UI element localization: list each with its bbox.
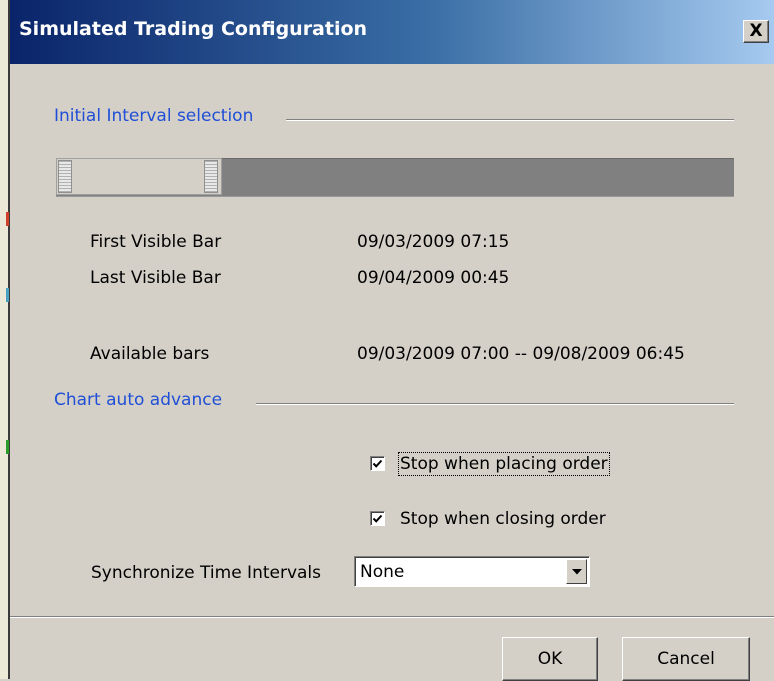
- selected-interval-range[interactable]: [56, 158, 222, 195]
- dropdown-button[interactable]: [566, 559, 587, 584]
- chevron-down-icon: [572, 569, 582, 575]
- window-title: Simulated Trading Configuration: [19, 18, 368, 40]
- group-separator: [256, 403, 734, 405]
- background-window-edge: [0, 0, 10, 679]
- title-bar[interactable]: Simulated Trading Configuration X: [10, 0, 774, 64]
- sync-time-intervals-label: Synchronize Time Intervals: [91, 563, 322, 583]
- close-icon: X: [749, 21, 763, 41]
- ok-button[interactable]: OK: [502, 637, 598, 681]
- close-button[interactable]: X: [743, 20, 769, 43]
- available-bars-value: 09/03/2009 07:00 -- 09/08/2009 06:45: [357, 344, 685, 364]
- button-bar-separator: [10, 616, 774, 618]
- last-visible-bar-value: 09/04/2009 00:45: [357, 268, 510, 288]
- sync-selected-value: None: [360, 562, 405, 582]
- last-visible-bar-label: Last Visible Bar: [90, 268, 221, 288]
- auto-advance-group-label: Chart auto advance: [54, 390, 223, 410]
- stop-closing-checkbox[interactable]: [370, 511, 385, 526]
- checkmark-icon: [372, 459, 383, 468]
- stop-placing-checkbox[interactable]: [370, 456, 385, 471]
- simulated-trading-dialog: Simulated Trading Configuration X Initia…: [10, 0, 774, 681]
- first-visible-bar-label: First Visible Bar: [90, 232, 222, 252]
- first-visible-bar-value: 09/03/2009 07:15: [357, 232, 510, 252]
- stop-closing-label[interactable]: Stop when closing order: [400, 509, 606, 529]
- sync-time-intervals-select[interactable]: None: [354, 556, 590, 587]
- initial-interval-group-label: Initial Interval selection: [54, 106, 254, 126]
- group-separator: [286, 119, 734, 121]
- range-end-handle[interactable]: [204, 160, 218, 193]
- cancel-button[interactable]: Cancel: [622, 637, 750, 681]
- available-bars-label: Available bars: [90, 344, 210, 364]
- range-start-handle[interactable]: [58, 160, 72, 193]
- stop-placing-label[interactable]: Stop when placing order: [398, 452, 610, 476]
- checkmark-icon: [372, 514, 383, 523]
